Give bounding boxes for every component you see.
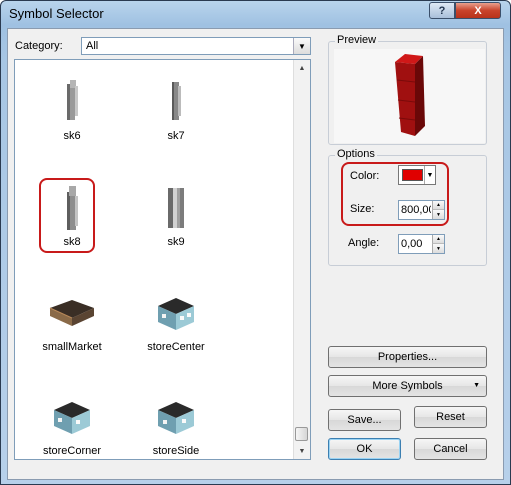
options-highlight: [341, 162, 449, 226]
close-button[interactable]: X: [455, 2, 501, 19]
help-button[interactable]: ?: [429, 2, 455, 19]
symbol-item-sk6[interactable]: sk6: [27, 78, 117, 158]
building-icon: [54, 402, 90, 434]
save-button-label: Save...: [347, 414, 382, 426]
category-dropdown[interactable]: All ▼: [81, 37, 311, 55]
save-button[interactable]: Save...: [328, 409, 401, 431]
scroll-down-icon[interactable]: ▼: [294, 443, 310, 459]
symbol-label: sk6: [63, 130, 81, 142]
cancel-button-label: Cancel: [433, 443, 468, 455]
preview-title: Preview: [335, 34, 379, 46]
symbol-label: sk9: [167, 236, 185, 248]
more-symbols-button[interactable]: More Symbols ▼: [328, 375, 487, 397]
category-label: Category:: [15, 40, 63, 52]
symbol-label: sk7: [167, 130, 185, 142]
symbol-label: storeCenter: [147, 341, 205, 353]
symbol-label: storeCorner: [42, 445, 102, 457]
symbol-label: smallMarket: [42, 341, 102, 353]
preview-area: [334, 49, 485, 143]
angle-decrement-icon[interactable]: ▼: [432, 244, 444, 253]
chevron-down-icon: ▼: [473, 382, 480, 389]
symbol-item-storeCenter[interactable]: storeCenter: [131, 296, 221, 376]
more-symbols-button-label: More Symbols: [372, 380, 443, 392]
symbol-item-storeSide[interactable]: storeSide: [131, 400, 221, 459]
building-icon: [158, 402, 194, 434]
symbol-item-smallMarket[interactable]: smallMarket: [27, 296, 117, 376]
title-bar[interactable]: Symbol Selector ? X: [1, 1, 510, 27]
properties-button-label: Properties...: [377, 351, 438, 363]
angle-spinner[interactable]: 0,00 ▲ ▼: [398, 234, 445, 254]
ok-button-label: OK: [356, 443, 373, 455]
preview-group: Preview: [328, 34, 487, 145]
building-icon: [49, 300, 94, 326]
angle-increment-icon[interactable]: ▲: [432, 235, 444, 244]
properties-button[interactable]: Properties...: [328, 346, 487, 368]
chevron-down-icon[interactable]: ▼: [293, 38, 310, 54]
symbol-list[interactable]: sk6 sk7 sk8 sk9 smallMarket storeCenter …: [14, 59, 311, 460]
angle-label: Angle:: [348, 237, 380, 249]
tower-icon: [172, 82, 181, 120]
reset-button-label: Reset: [436, 411, 465, 423]
symbol-item-sk7[interactable]: sk7: [131, 78, 221, 158]
symbol-item-storeCorner[interactable]: storeCorner: [27, 400, 117, 459]
selection-highlight: [39, 178, 95, 253]
symbol-item-sk9[interactable]: sk9: [131, 186, 221, 266]
symbol-label: storeSide: [152, 445, 200, 457]
category-value: All: [86, 40, 99, 52]
scroll-up-icon[interactable]: ▲: [294, 60, 310, 76]
window-title: Symbol Selector: [9, 6, 104, 21]
help-icon: ?: [438, 4, 446, 17]
close-icon: X: [474, 4, 482, 17]
building-icon: [158, 298, 194, 330]
ok-button[interactable]: OK: [328, 438, 401, 460]
symbol-list-scrollbar[interactable]: ▲ ▼: [293, 60, 310, 459]
tower-preview-icon: [395, 54, 425, 136]
options-title: Options: [335, 148, 377, 160]
angle-value: 0,00: [401, 238, 423, 250]
reset-button[interactable]: Reset: [414, 406, 487, 428]
scrollbar-thumb[interactable]: [295, 427, 308, 441]
cancel-button[interactable]: Cancel: [414, 438, 487, 460]
tower-icon: [168, 188, 184, 228]
tower-icon: [67, 80, 78, 120]
